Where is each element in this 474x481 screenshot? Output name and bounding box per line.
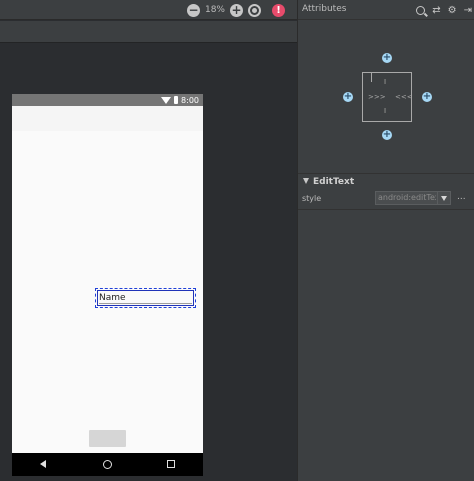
- left-width-marker[interactable]: >>>: [368, 93, 386, 101]
- zoom-sync-icon[interactable]: [248, 3, 261, 17]
- dropdown-arrow-icon[interactable]: [437, 192, 450, 204]
- battery-icon: [174, 96, 179, 104]
- bottom-margin-marker: I: [384, 107, 387, 115]
- warning-icon[interactable]: !: [272, 3, 285, 17]
- edittext-text: Name: [99, 293, 126, 303]
- recents-icon[interactable]: [167, 460, 175, 468]
- style-select-value: android:editTex: [378, 193, 436, 202]
- add-top-constraint-icon[interactable]: +: [382, 53, 392, 63]
- attribute-row-style: style android:editTex ...: [298, 190, 474, 208]
- zoom-out-icon[interactable]: −: [186, 3, 200, 17]
- search-icon[interactable]: [416, 5, 426, 15]
- navigation-bar: [12, 453, 203, 476]
- status-bar: 8:00: [12, 94, 203, 106]
- attributes-tools: ⇄ ⚙ ⇥: [416, 2, 472, 18]
- collapse-icon[interactable]: ⇥: [464, 5, 472, 16]
- add-right-constraint-icon[interactable]: +: [422, 92, 432, 102]
- edittext-widget[interactable]: Name: [95, 288, 196, 308]
- constraint-widget[interactable]: I >>> <<< I: [362, 72, 413, 122]
- phone-preview[interactable]: 8:00 Name: [12, 94, 203, 476]
- swap-icon[interactable]: ⇄: [432, 5, 440, 16]
- attributes-header: Attributes ⇄ ⚙ ⇥: [298, 0, 474, 20]
- zoom-level: 18%: [204, 5, 225, 15]
- style-select[interactable]: android:editTex: [375, 191, 451, 205]
- attributes-panel: Attributes ⇄ ⚙ ⇥ + + + + I >>> <<< I Edi…: [297, 0, 474, 481]
- placeholder-button[interactable]: [89, 430, 126, 447]
- canvas-toolbar: − 18% + !: [0, 0, 297, 20]
- design-canvas[interactable]: − 18% + ! 8:00 Name: [0, 0, 297, 481]
- app-bar: [12, 106, 203, 131]
- section-edittext[interactable]: EditText: [298, 173, 474, 189]
- constraint-corner: [363, 73, 372, 82]
- section-title: EditText: [313, 177, 355, 187]
- add-bottom-constraint-icon[interactable]: +: [382, 130, 392, 140]
- zoom-in-icon[interactable]: +: [230, 3, 243, 17]
- more-options-button[interactable]: ...: [457, 192, 466, 202]
- layout-content[interactable]: Name: [12, 131, 203, 453]
- settings-icon[interactable]: ⚙: [448, 5, 457, 16]
- zoom-controls: − 18% + !: [186, 2, 285, 18]
- status-time: 8:00: [181, 95, 199, 105]
- divider: [298, 209, 474, 210]
- wifi-icon: [161, 96, 172, 104]
- canvas-secondary-toolbar: [0, 21, 297, 43]
- expand-arrow-icon[interactable]: [303, 178, 309, 184]
- layout-editor: − 18% + ! 8:00 Name Attributes ⇄ ⚙ ⇥ + +…: [0, 0, 474, 481]
- right-width-marker[interactable]: <<<: [395, 93, 413, 101]
- top-margin-marker: I: [384, 78, 387, 86]
- attributes-title: Attributes: [302, 4, 347, 14]
- status-icons: 8:00: [161, 94, 199, 106]
- home-icon[interactable]: [103, 460, 112, 469]
- add-left-constraint-icon[interactable]: +: [343, 92, 353, 102]
- edittext-underline: [99, 303, 192, 304]
- attribute-name: style: [302, 194, 322, 203]
- back-icon[interactable]: [40, 460, 46, 468]
